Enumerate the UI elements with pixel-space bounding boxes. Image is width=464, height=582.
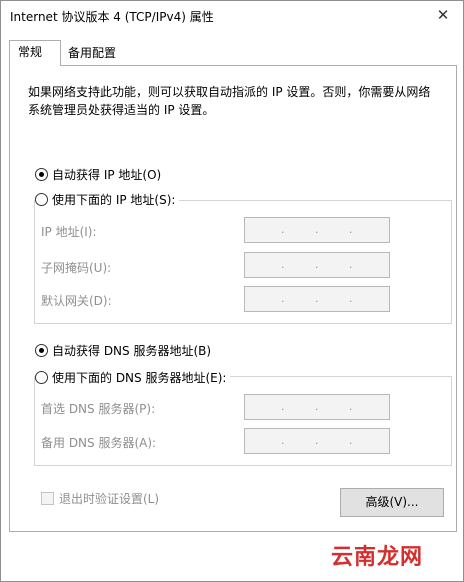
description-text: 如果网络支持此功能，则可以获取自动指派的 IP 设置。否则，你需要从网络系统管理… — [28, 85, 431, 117]
radio-manual-ip[interactable]: 使用下面的 IP 地址(S): — [35, 191, 180, 208]
ip-address-input[interactable]: ... — [244, 217, 390, 243]
subnet-mask-input[interactable]: ... — [244, 252, 390, 278]
radio-manual-ip-control[interactable] — [35, 193, 48, 206]
ip-address-label: IP 地址(I): — [41, 225, 97, 239]
radio-manual-dns-control[interactable] — [35, 371, 48, 384]
radio-auto-dns[interactable]: 自动获得 DNS 服务器地址(B) — [35, 342, 211, 359]
tab-general[interactable]: 常规 — [9, 40, 61, 66]
validate-on-exit-label: 退出时验证设置(L) — [59, 492, 160, 506]
validate-on-exit-checkbox[interactable] — [41, 492, 54, 505]
default-gateway-input[interactable]: ... — [244, 286, 390, 312]
radio-manual-dns[interactable]: 使用下面的 DNS 服务器地址(E): — [35, 369, 231, 386]
validate-on-exit[interactable]: 退出时验证设置(L) — [41, 490, 159, 507]
title-bar: Internet 协议版本 4 (TCP/IPv4) 属性 ✕ — [1, 1, 463, 31]
tab-alternate-config[interactable]: 备用配置 — [60, 43, 132, 64]
alternate-dns-input[interactable]: ... — [244, 428, 390, 454]
radio-manual-ip-label: 使用下面的 IP 地址(S): — [52, 193, 176, 207]
radio-auto-dns-control[interactable] — [35, 344, 48, 357]
radio-auto-ip-label: 自动获得 IP 地址(O) — [52, 168, 162, 182]
dialog-window: Internet 协议版本 4 (TCP/IPv4) 属性 ✕ 常规 备用配置 … — [0, 0, 464, 582]
close-icon[interactable]: ✕ — [433, 5, 453, 25]
alternate-dns-label: 备用 DNS 服务器(A): — [41, 436, 157, 450]
tab-panel-general: 如果网络支持此功能，则可以获取自动指派的 IP 设置。否则，你需要从网络系统管理… — [9, 65, 457, 532]
window-title: Internet 协议版本 4 (TCP/IPv4) 属性 — [10, 10, 214, 24]
advanced-button[interactable]: 高级(V)... — [340, 488, 444, 517]
subnet-mask-label: 子网掩码(U): — [41, 261, 112, 275]
watermark-logo: 云南龙网 — [331, 545, 424, 570]
radio-auto-ip-control[interactable] — [35, 168, 48, 181]
preferred-dns-label: 首选 DNS 服务器(P): — [41, 402, 156, 416]
preferred-dns-input[interactable]: ... — [244, 394, 390, 420]
radio-auto-dns-label: 自动获得 DNS 服务器地址(B) — [52, 344, 212, 358]
radio-auto-ip[interactable]: 自动获得 IP 地址(O) — [35, 166, 161, 183]
radio-manual-dns-label: 使用下面的 DNS 服务器地址(E): — [52, 371, 227, 385]
default-gateway-label: 默认网关(D): — [41, 294, 112, 308]
